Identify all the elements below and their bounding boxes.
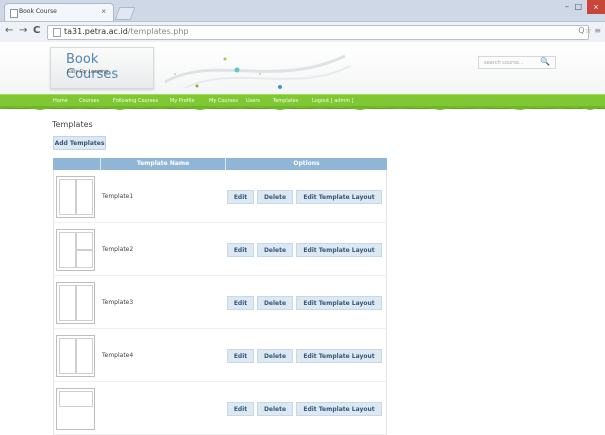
page-icon	[53, 28, 61, 37]
maximize-icon[interactable]: □	[574, 2, 582, 11]
layout-cell	[76, 285, 93, 321]
edit-template-layout-button[interactable]: Edit Template Layout	[296, 243, 382, 257]
toolbar-icons[interactable]: Q☆ ≡	[578, 26, 601, 35]
template-thumbnail	[56, 282, 95, 324]
template-thumbnail	[56, 176, 95, 218]
layout-cell	[59, 338, 76, 374]
nav-item-my-courses[interactable]: My Courses	[209, 98, 238, 104]
template-thumbnail	[56, 335, 95, 377]
back-arrow-icon[interactable]: ←	[5, 25, 13, 36]
search-placeholder: search course...	[484, 60, 524, 66]
edit-button[interactable]: Edit	[227, 243, 254, 257]
edit-button[interactable]: Edit	[227, 402, 254, 416]
table-row: Template1 Edit Delete Edit Template Layo…	[53, 170, 387, 223]
browser-tab-bar: Book Course × – □ ×	[0, 0, 605, 22]
window-close-button[interactable]: ×	[587, 0, 605, 14]
template-name: Template1	[102, 193, 134, 200]
template-name: Template4	[102, 352, 134, 359]
address-bar[interactable]: ta31.petra.ac.id/templates.php	[47, 25, 589, 40]
page-favicon-icon	[10, 9, 18, 18]
layout-cell	[59, 179, 76, 215]
delete-button[interactable]: Delete	[257, 296, 293, 310]
nav-item-users[interactable]: Users	[246, 98, 260, 104]
url-path: /templates.php	[127, 27, 189, 36]
page-title: Templates	[52, 120, 93, 129]
nav-grass-edge	[0, 106, 605, 110]
edit-button[interactable]: Edit	[227, 190, 254, 204]
table-row: Template3 Edit Delete Edit Template Layo…	[53, 276, 387, 329]
layout-cell	[76, 179, 93, 215]
tab-close-icon[interactable]: ×	[101, 7, 106, 16]
table-row: Template4 Edit Delete Edit Template Layo…	[53, 329, 387, 382]
delete-button[interactable]: Delete	[257, 243, 293, 257]
search-icon[interactable]: 🔍	[540, 57, 550, 66]
nav-item-my-profile[interactable]: My Profile	[170, 98, 194, 104]
logo-title: Book Courses	[66, 52, 119, 82]
table-header: Template Name Options	[53, 158, 387, 170]
browser-tab[interactable]: Book Course ×	[4, 3, 114, 21]
layout-cell	[76, 232, 93, 250]
layout-cell	[59, 391, 93, 407]
template-thumbnail	[56, 229, 95, 271]
site-logo[interactable]: Book Courses Easy For Learning	[50, 47, 154, 89]
layout-cell	[76, 250, 93, 268]
edit-template-layout-button[interactable]: Edit Template Layout	[296, 296, 382, 310]
edit-button[interactable]: Edit	[227, 349, 254, 363]
template-name: Template3	[102, 299, 134, 306]
nav-item-logout[interactable]: Logout [ admin ]	[312, 98, 353, 104]
layout-cell	[76, 338, 93, 374]
reload-icon[interactable]: C	[33, 25, 40, 36]
delete-button[interactable]: Delete	[257, 349, 293, 363]
minimize-icon[interactable]: –	[565, 2, 569, 11]
col-header-options: Options	[293, 160, 320, 167]
browser-toolbar: ← → C ta31.petra.ac.id/templates.php Q☆ …	[0, 22, 605, 43]
nav-item-templates[interactable]: Templates	[273, 98, 298, 104]
col-header-template-name: Template Name	[136, 160, 190, 167]
table-row: Template2 Edit Delete Edit Template Layo…	[53, 223, 387, 276]
edit-template-layout-button[interactable]: Edit Template Layout	[296, 402, 382, 416]
new-tab-button[interactable]	[114, 7, 136, 20]
add-templates-button[interactable]: Add Templates	[53, 136, 106, 150]
tab-title: Book Course	[19, 8, 57, 15]
template-thumbnail	[56, 388, 95, 430]
delete-button[interactable]: Delete	[257, 190, 293, 204]
header-decoration-swirl	[164, 54, 351, 89]
forward-arrow-icon[interactable]: →	[19, 25, 27, 36]
nav-item-following-courses[interactable]: Following Courses	[113, 98, 158, 104]
edit-template-layout-button[interactable]: Edit Template Layout	[296, 349, 382, 363]
edit-button[interactable]: Edit	[227, 296, 254, 310]
edit-template-layout-button[interactable]: Edit Template Layout	[296, 190, 382, 204]
url-text: ta31.petra.ac.id/templates.php	[64, 27, 189, 36]
logo-tagline: Easy For Learning	[67, 69, 108, 75]
search-input[interactable]: search course... 🔍	[478, 56, 556, 69]
layout-cell	[59, 232, 76, 268]
layout-cell	[59, 285, 76, 321]
nav-item-home[interactable]: Home	[53, 98, 68, 104]
nav-item-courses[interactable]: Courses	[79, 98, 99, 104]
template-name: Template2	[102, 246, 134, 253]
delete-button[interactable]: Delete	[257, 402, 293, 416]
url-host: ta31.petra.ac.id	[64, 27, 128, 36]
